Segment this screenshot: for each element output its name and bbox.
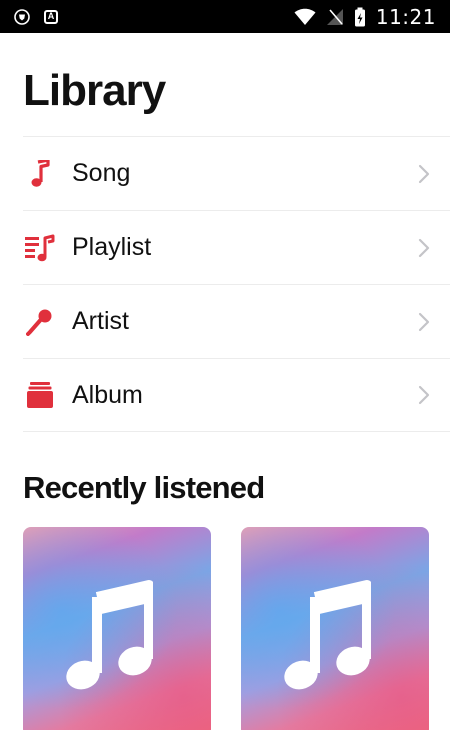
status-time: 11:21 xyxy=(375,4,436,29)
page-title: Library xyxy=(23,66,166,115)
album-stack-icon xyxy=(25,380,55,410)
wifi-icon xyxy=(294,8,316,25)
menu-item-label: Song xyxy=(72,159,131,187)
recent-card[interactable] xyxy=(23,527,211,730)
menu-item-song[interactable]: Song xyxy=(23,136,450,210)
menu-item-label: Playlist xyxy=(72,233,152,261)
menu-item-artist[interactable]: Artist xyxy=(23,284,450,358)
shield-icon xyxy=(14,8,30,25)
music-note-icon xyxy=(66,580,153,690)
chevron-right-icon xyxy=(418,238,430,257)
music-note-icon xyxy=(25,159,55,189)
recent-card[interactable] xyxy=(241,527,429,730)
playlist-icon xyxy=(25,233,55,263)
recent-cards xyxy=(23,527,429,730)
menu-item-label: Artist xyxy=(72,307,129,335)
no-signal-icon xyxy=(326,8,343,25)
chevron-right-icon xyxy=(418,385,430,405)
menu-item-album[interactable]: Album xyxy=(23,358,450,432)
music-note-icon xyxy=(284,580,371,690)
a-badge-icon: A xyxy=(44,9,58,24)
section-title-recently-listened: Recently listened xyxy=(23,470,265,505)
menu-item-label: Album xyxy=(72,380,143,409)
menu-item-playlist[interactable]: Playlist xyxy=(23,210,450,284)
chevron-right-icon xyxy=(418,164,430,183)
microphone-icon xyxy=(25,307,55,337)
battery-charging-icon xyxy=(354,7,365,26)
chevron-right-icon xyxy=(418,312,430,331)
status-bar: A 11:21 xyxy=(0,0,450,33)
library-menu: Song Playlist Artist Album xyxy=(23,136,450,432)
